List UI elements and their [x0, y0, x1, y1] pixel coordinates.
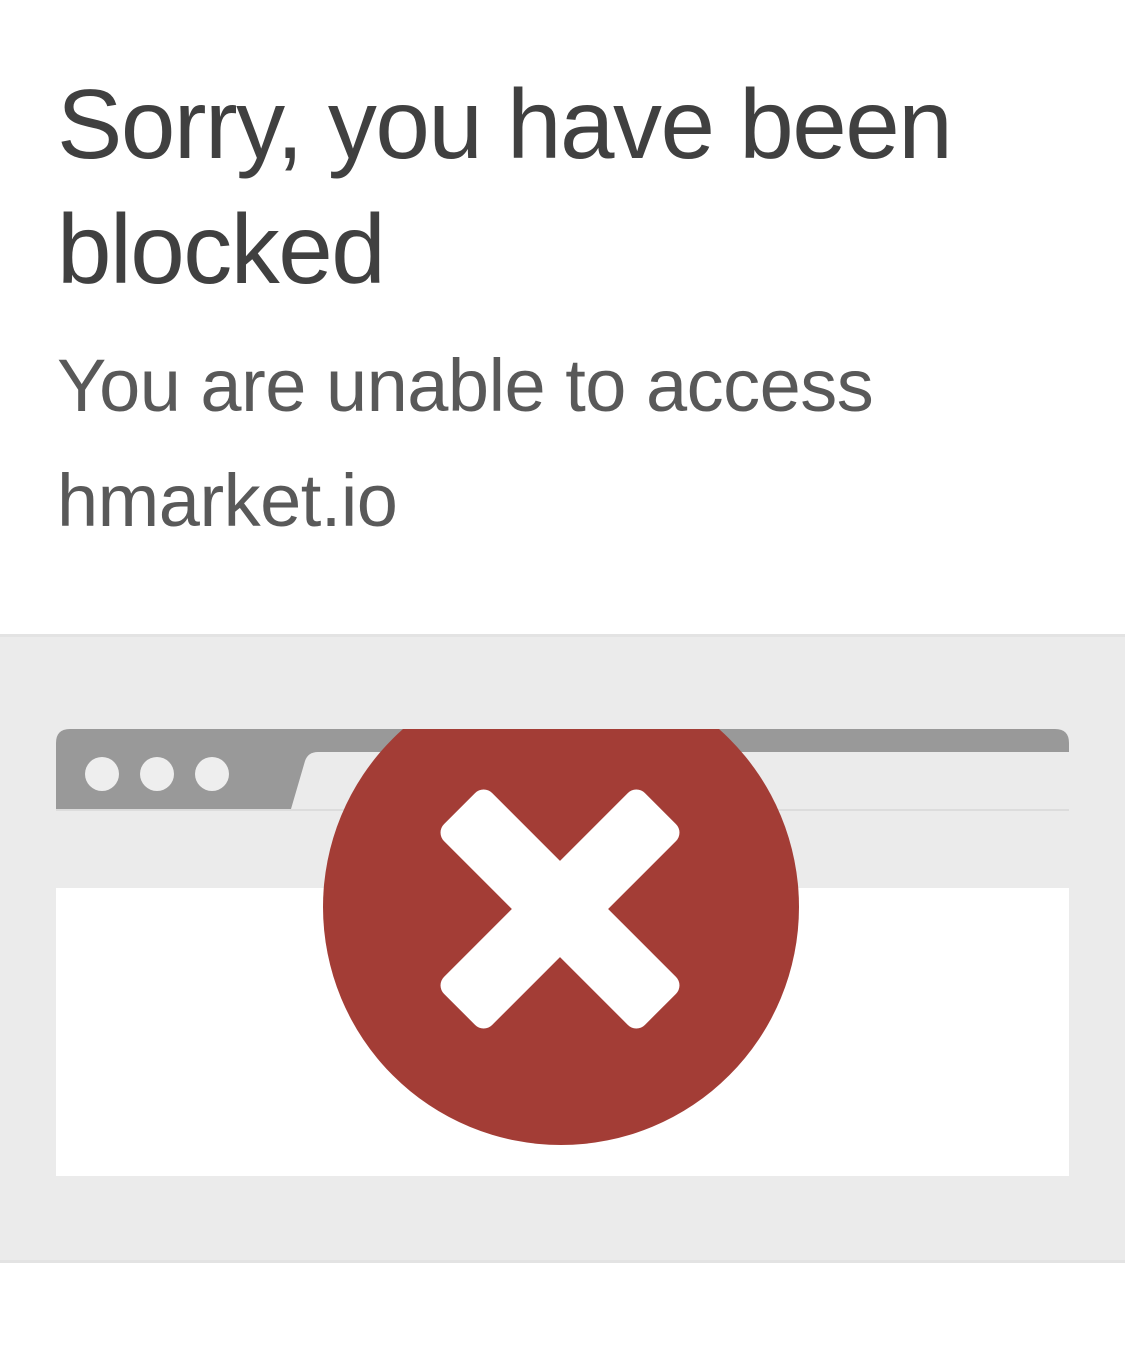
block-message: Sorry, you have been blocked You are una… — [57, 62, 1097, 558]
window-dot-icon — [195, 757, 229, 791]
blocked-domain: hmarket.io — [57, 459, 398, 542]
page-title: Sorry, you have been blocked — [57, 69, 953, 304]
window-dot-icon — [85, 757, 119, 791]
subtitle-line: You are unable to access — [57, 344, 874, 427]
blocked-browser-graphic — [56, 729, 1069, 1176]
window-dot-icon — [140, 757, 174, 791]
blocked-illustration — [0, 634, 1125, 1263]
page-subtitle: You are unable to access hmarket.io — [57, 328, 1097, 558]
